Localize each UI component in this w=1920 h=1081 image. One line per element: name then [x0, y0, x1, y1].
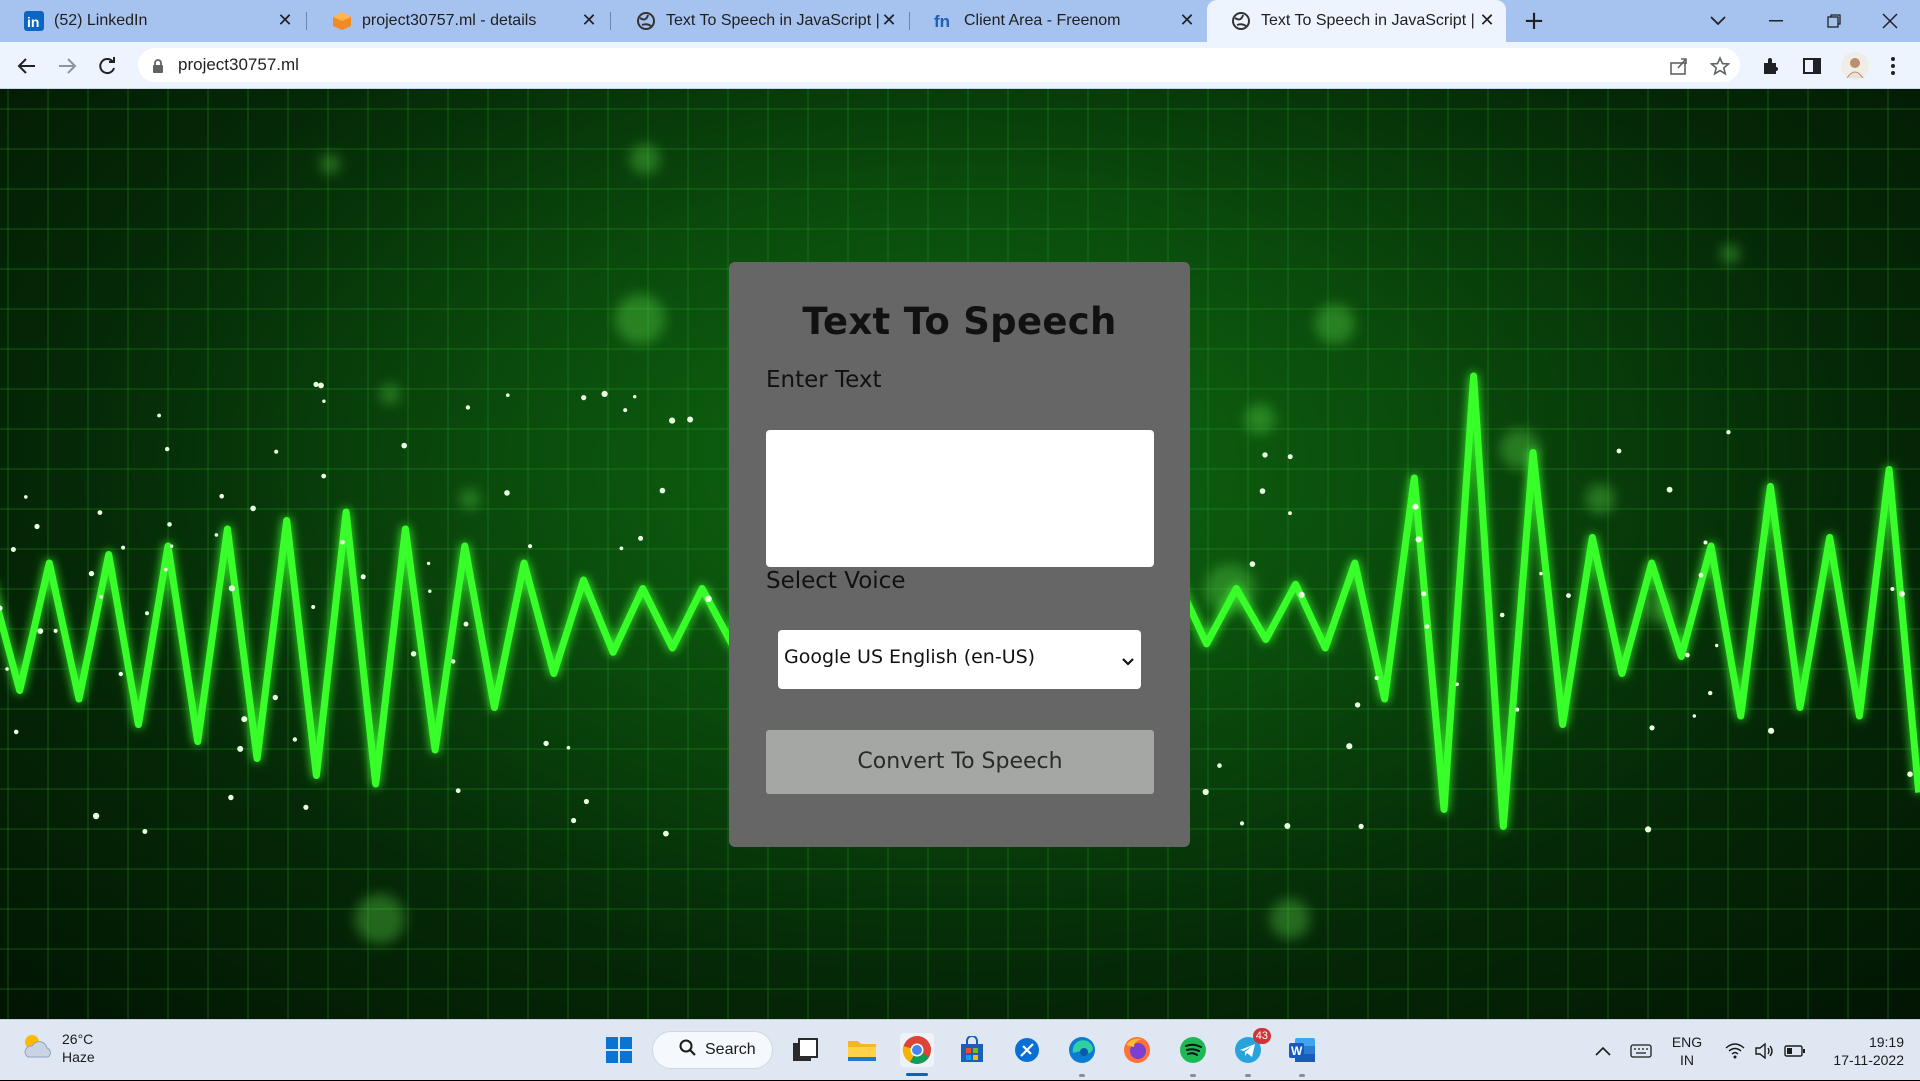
weather-description: Haze — [62, 1049, 95, 1065]
weather-temperature: 26°C — [62, 1031, 94, 1047]
back-arrow-icon[interactable] — [11, 50, 43, 82]
windows-start-icon[interactable] — [602, 1033, 636, 1067]
task-view-icon[interactable] — [788, 1033, 822, 1067]
tab-freenom[interactable]: fn Client Area - Freenom ✕ — [910, 0, 1206, 42]
running-indicator — [1190, 1074, 1196, 1077]
notification-badge: 43 — [1252, 1028, 1271, 1044]
address-bar[interactable]: project30757.ml — [138, 48, 1740, 82]
restore-icon[interactable] — [1811, 0, 1857, 42]
lock-icon[interactable] — [152, 58, 164, 77]
search-label: Search — [705, 1041, 756, 1058]
word-icon[interactable]: W — [1285, 1033, 1319, 1067]
chrome-icon[interactable] — [900, 1033, 934, 1067]
voice-select-value: Google US English (en-US) — [784, 646, 1036, 668]
edge-icon[interactable] — [1065, 1033, 1099, 1067]
tab-separator — [610, 12, 611, 30]
language-code: ENG — [1671, 1033, 1703, 1050]
clock[interactable]: 19:19 17-11-2022 — [1818, 1020, 1904, 1081]
battery-icon[interactable] — [1782, 1020, 1808, 1081]
close-icon[interactable]: ✕ — [276, 12, 294, 30]
enter-text-label: Enter Text — [766, 367, 882, 393]
box-icon — [332, 11, 352, 31]
show-hidden-icons-chevron-icon[interactable] — [1590, 1020, 1616, 1081]
close-icon[interactable]: ✕ — [580, 12, 598, 30]
tab-title: (52) LinkedIn — [54, 12, 148, 29]
keyboard-icon[interactable] — [1628, 1020, 1654, 1081]
minimize-icon[interactable] — [1753, 0, 1799, 42]
convert-to-speech-button[interactable]: Convert To Speech — [766, 730, 1154, 794]
telegram-icon[interactable]: 43 — [1231, 1028, 1271, 1067]
chrome-menu-icon[interactable] — [1881, 54, 1905, 78]
close-icon[interactable]: ✕ — [880, 12, 898, 30]
wifi-icon[interactable] — [1722, 1020, 1748, 1081]
svg-text:in: in — [27, 14, 39, 30]
taskbar-search[interactable]: Search — [652, 1031, 773, 1069]
tab-separator — [306, 12, 307, 30]
weather-haze-icon — [20, 1031, 54, 1065]
close-icon[interactable]: ✕ — [1478, 12, 1496, 30]
language-indicator[interactable]: ENG IN — [1665, 1020, 1709, 1081]
text-input[interactable] — [766, 430, 1154, 567]
running-indicator — [1079, 1074, 1085, 1077]
tab-project-details[interactable]: project30757.ml - details ✕ — [308, 0, 608, 42]
reload-icon[interactable] — [91, 50, 123, 82]
tts-card: Text To Speech Enter Text Select Voice G… — [729, 262, 1190, 847]
url-text: project30757.ml — [178, 55, 299, 74]
svg-text:W: W — [1291, 1044, 1303, 1058]
tab-strip: in (52) LinkedIn ✕ project30757.ml - det… — [0, 0, 1920, 42]
tab-title: Text To Speech in JavaScript | Cod — [666, 12, 880, 29]
tab-title: Text To Speech in JavaScript | Coc — [1261, 12, 1478, 29]
tab-title: Client Area - Freenom — [964, 12, 1121, 29]
share-icon[interactable] — [1668, 55, 1690, 77]
profile-avatar[interactable] — [1841, 52, 1869, 80]
select-voice-label: Select Voice — [766, 568, 906, 594]
clock-time: 19:19 — [1868, 1033, 1904, 1050]
bookmark-star-icon[interactable] — [1709, 55, 1731, 77]
svg-text:fn: fn — [934, 12, 950, 31]
forward-arrow-icon[interactable] — [51, 50, 83, 82]
close-window-icon[interactable] — [1867, 0, 1913, 42]
firefox-icon[interactable] — [1120, 1033, 1154, 1067]
tab-linkedin[interactable]: in (52) LinkedIn ✕ — [0, 0, 304, 42]
linkedin-icon: in — [24, 11, 44, 31]
weather-widget[interactable]: 26°C Haze — [20, 1030, 95, 1066]
freenom-icon: fn — [934, 11, 954, 31]
language-region: IN — [1680, 1051, 1694, 1068]
new-tab-button[interactable]: + — [1519, 6, 1549, 36]
windows-taskbar: 26°C Haze Search 43 W ENG IN 19:19 17-11… — [0, 1019, 1920, 1080]
clock-date: 17-11-2022 — [1833, 1051, 1904, 1068]
microsoft-store-icon[interactable] — [955, 1033, 989, 1067]
side-panel-icon[interactable] — [1800, 54, 1824, 78]
search-icon — [679, 1039, 697, 1061]
tab-text-to-speech-active[interactable]: Text To Speech in JavaScript | Coc ✕ — [1207, 0, 1506, 42]
browser-toolbar: project30757.ml — [0, 42, 1920, 89]
snipping-tool-icon[interactable] — [1010, 1033, 1044, 1067]
running-indicator — [1299, 1074, 1305, 1077]
globe-icon — [1231, 11, 1251, 31]
chevron-down-icon — [1121, 652, 1135, 671]
globe-icon — [636, 11, 656, 31]
tab-text-to-speech[interactable]: Text To Speech in JavaScript | Cod ✕ — [612, 0, 908, 42]
page-viewport: Text To Speech Enter Text Select Voice G… — [0, 89, 1920, 1019]
extensions-icon[interactable] — [1759, 54, 1783, 78]
voice-select[interactable]: Google US English (en-US) — [778, 630, 1141, 689]
running-indicator — [1245, 1074, 1251, 1077]
volume-icon[interactable] — [1752, 1020, 1778, 1081]
tab-title: project30757.ml - details — [362, 12, 537, 29]
spotify-icon[interactable] — [1176, 1033, 1210, 1067]
page-title: Text To Speech — [802, 300, 1117, 343]
close-icon[interactable]: ✕ — [1178, 12, 1196, 30]
file-explorer-icon[interactable] — [845, 1033, 879, 1067]
active-app-indicator — [906, 1073, 928, 1076]
tab-search-chevron-icon[interactable] — [1695, 0, 1741, 42]
